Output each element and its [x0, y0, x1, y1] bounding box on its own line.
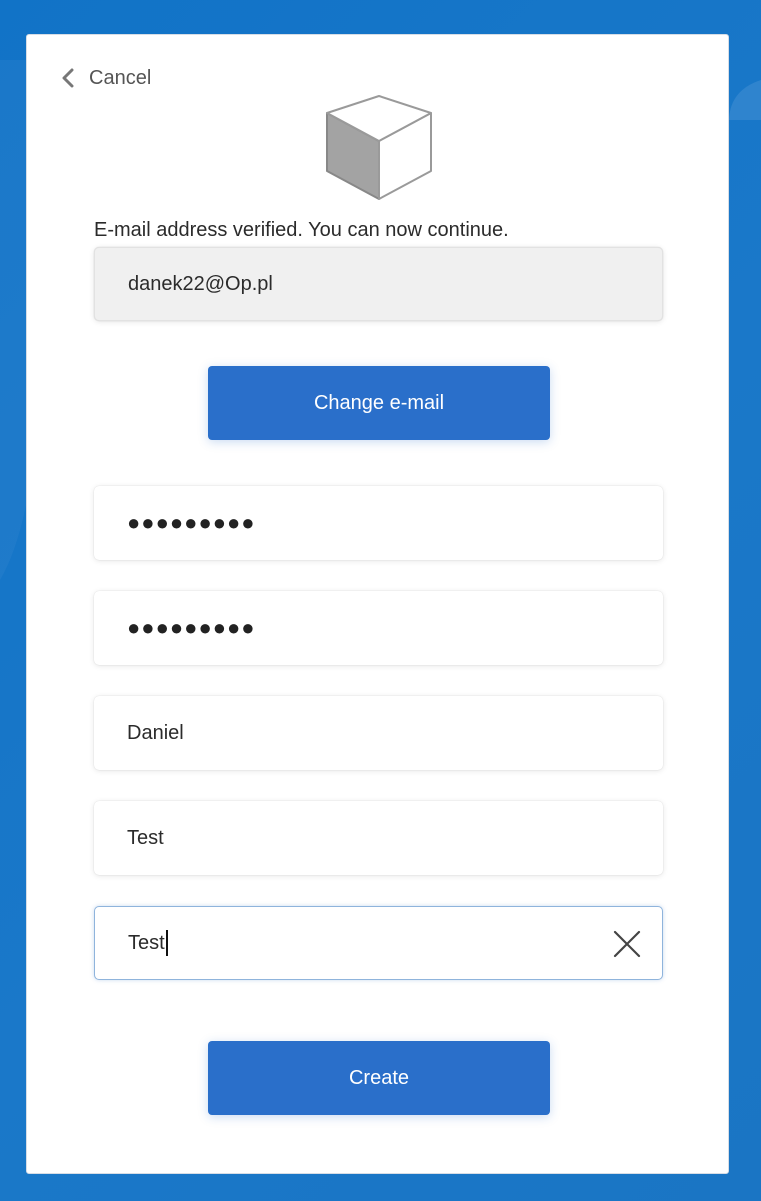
- chevron-left-icon: [62, 68, 74, 88]
- cancel-label: Cancel: [89, 66, 152, 89]
- display-name-value: Test: [128, 931, 165, 954]
- email-field: danek22@Op.pl: [94, 247, 663, 321]
- email-value: danek22@Op.pl: [128, 272, 273, 295]
- verification-status-text: E-mail address verified. You can now con…: [94, 219, 509, 241]
- change-email-label: Change e-mail: [313, 391, 445, 414]
- signup-card: Cancel E-mail address verified. You can …: [26, 34, 729, 1174]
- first-name-value: Daniel: [127, 721, 184, 744]
- password-value: ●●●●●●●●●: [127, 510, 256, 535]
- cube-icon: [326, 95, 432, 200]
- create-button[interactable]: Create: [208, 1041, 550, 1115]
- last-name-value: Test: [127, 826, 164, 849]
- password-field[interactable]: ●●●●●●●●●: [94, 486, 663, 560]
- last-name-field[interactable]: Test: [94, 801, 663, 875]
- confirm-password-value: ●●●●●●●●●: [127, 615, 256, 640]
- first-name-field[interactable]: Daniel: [94, 696, 663, 770]
- create-label: Create: [348, 1066, 410, 1089]
- cancel-button[interactable]: Cancel: [61, 63, 151, 93]
- display-name-field[interactable]: Test: [94, 906, 663, 980]
- close-icon[interactable]: [612, 929, 642, 959]
- confirm-password-field[interactable]: ●●●●●●●●●: [94, 591, 663, 665]
- change-email-button[interactable]: Change e-mail: [208, 366, 550, 440]
- text-caret: [165, 930, 168, 956]
